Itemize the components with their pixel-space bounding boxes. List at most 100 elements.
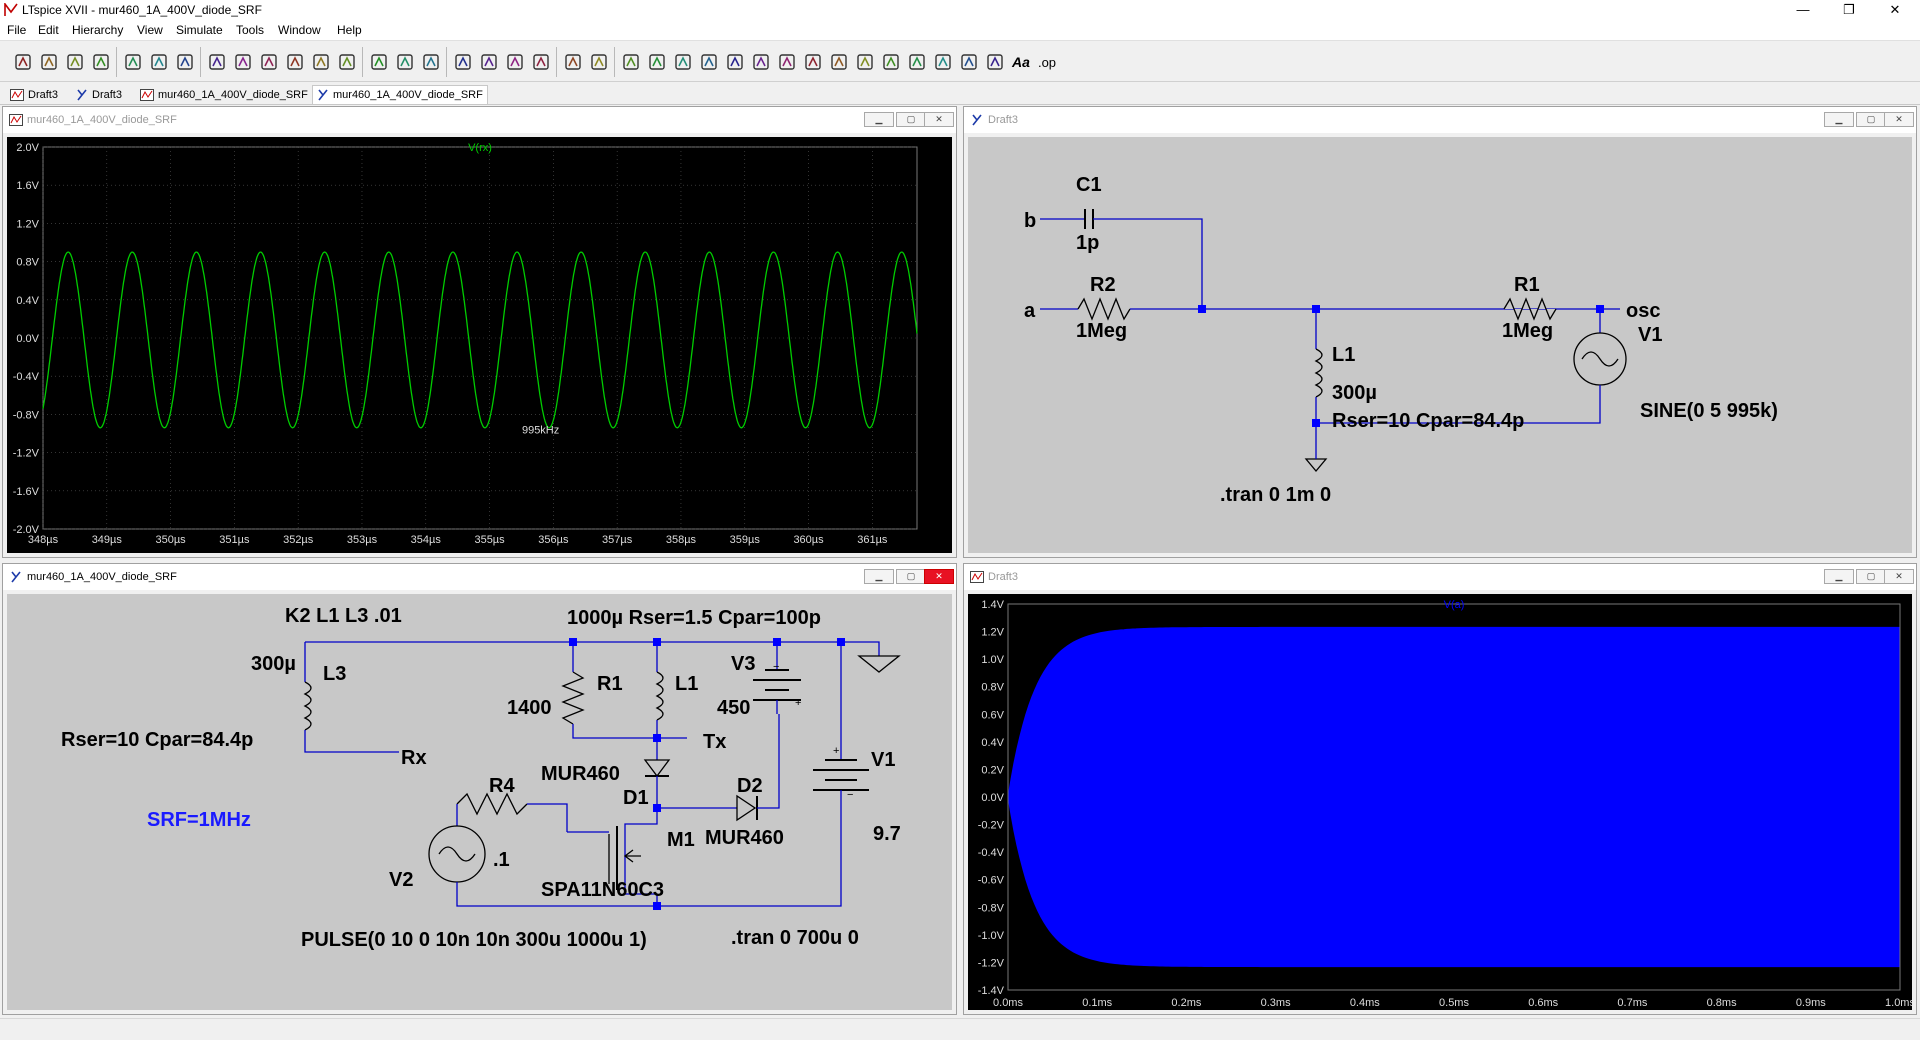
tile-horizontal-button[interactable]: [334, 49, 360, 75]
find-icon: [507, 54, 523, 70]
diode-button[interactable]: [748, 49, 774, 75]
run-button[interactable]: [10, 49, 36, 75]
save-button[interactable]: [62, 49, 88, 75]
component-button[interactable]: [774, 49, 800, 75]
tab-label: Draft3: [92, 88, 122, 101]
menu-window[interactable]: Window: [278, 23, 321, 37]
window-title: Draft3: [988, 571, 1018, 583]
window-minimize-button[interactable]: ▁: [1824, 569, 1854, 584]
print-setup-button[interactable]: [528, 49, 554, 75]
window-maximize-button[interactable]: ▢: [1856, 569, 1886, 584]
r4-value: .1: [493, 849, 510, 871]
redo-button[interactable]: [878, 49, 904, 75]
inductor-button[interactable]: [722, 49, 748, 75]
undo-button[interactable]: [852, 49, 878, 75]
menu-simulate[interactable]: Simulate: [176, 23, 223, 37]
ltspice-logo-icon: [4, 3, 18, 16]
schematic-window-mur460: mur460_1A_400V_diode_SRF ▁ ▢ ✕ − + + − K…: [2, 563, 957, 1015]
r2-value: 1Meg: [1076, 320, 1127, 342]
cut-button[interactable]: [418, 49, 444, 75]
v3-value: 450: [717, 697, 750, 719]
va-plot-svg: 1.4V 1.2V 1.0V 0.8V 0.6V 0.4V 0.2V 0.0V -0.2V -0.…: [978, 599, 1912, 1009]
r2-label: R2: [1090, 274, 1116, 296]
minimize-button[interactable]: —: [1780, 0, 1826, 20]
l3-value: 300µ: [251, 653, 296, 675]
text-button[interactable]: Aa: [1008, 49, 1034, 75]
control-panel-button[interactable]: [88, 49, 114, 75]
tab-mur460-schematic[interactable]: mur460_1A_400V_diode_SRF: [312, 85, 488, 104]
trace-label[interactable]: V(a): [1444, 599, 1465, 611]
schematic-canvas[interactable]: b a osc C1 1p R2 1Meg R1 1Meg L1 300µ Rs…: [968, 137, 1912, 553]
schematic-canvas[interactable]: − + + − K2 L1 L3 .01 1000µ Rser=1.5 Cpar…: [7, 594, 952, 1010]
window-minimize-button[interactable]: ▁: [864, 112, 894, 127]
cascade-button[interactable]: [392, 49, 418, 75]
x-tick-label: 0.1ms: [1082, 997, 1112, 1009]
paste-button[interactable]: [476, 49, 502, 75]
print-button[interactable]: [560, 49, 586, 75]
label-button[interactable]: [644, 49, 670, 75]
spice-directive-button[interactable]: .op: [1034, 49, 1060, 75]
window-minimize-button[interactable]: ▁: [864, 569, 894, 584]
menu-edit[interactable]: Edit: [38, 23, 59, 37]
menu-view[interactable]: View: [137, 23, 163, 37]
tab-draft3-schematic[interactable]: Draft3: [72, 85, 126, 104]
x-tick-label: 361µs: [857, 534, 888, 546]
window-maximize-button[interactable]: ▢: [1856, 112, 1886, 127]
cascade-icon: [397, 54, 413, 70]
plot-frame: [42, 146, 918, 530]
autorange-button[interactable]: [282, 49, 308, 75]
net-label-tx: Tx: [703, 731, 726, 753]
menu-tools[interactable]: Tools: [236, 23, 264, 37]
menu-help[interactable]: Help: [337, 23, 362, 37]
window-close-button[interactable]: ✕: [1884, 112, 1914, 127]
window-close-button[interactable]: ✕: [1884, 569, 1914, 584]
tab-label: mur460_1A_400V_diode_SRF: [333, 89, 483, 101]
open-button[interactable]: [36, 49, 62, 75]
window-close-button[interactable]: ✕: [924, 112, 954, 127]
trace-label[interactable]: V(rx): [468, 142, 492, 154]
x-tick-label: 349µs: [92, 534, 123, 546]
window-maximize-button[interactable]: ▢: [896, 569, 926, 584]
zoom-in-button[interactable]: [172, 49, 198, 75]
tran-directive: .tran 0 700u 0: [731, 927, 859, 949]
drag-button[interactable]: [826, 49, 852, 75]
x-tick-label: 0.7ms: [1617, 997, 1647, 1009]
wire-button[interactable]: [586, 49, 612, 75]
mirror-button[interactable]: [930, 49, 956, 75]
x-tick-label: 0.0ms: [993, 997, 1023, 1009]
tile-vertical-button[interactable]: [366, 49, 392, 75]
y-tick-label: 0.6V: [981, 709, 1004, 721]
copy-button[interactable]: [450, 49, 476, 75]
document-tab-bar: Draft3 Draft3 mur460_1A_400V_diode_SRF m…: [0, 82, 1920, 105]
y-tick-label: -0.8V: [13, 409, 40, 421]
capacitor-button[interactable]: [696, 49, 722, 75]
find-button[interactable]: [502, 49, 528, 75]
text-button[interactable]: [956, 49, 982, 75]
window-minimize-button[interactable]: ▁: [1824, 112, 1854, 127]
resistor-button[interactable]: [670, 49, 696, 75]
x-tick-label: 354µs: [411, 534, 442, 546]
spice-directive-button[interactable]: [982, 49, 1008, 75]
zoom-fit-button[interactable]: [204, 49, 230, 75]
rotate-button[interactable]: [904, 49, 930, 75]
tab-mur460-waveform[interactable]: mur460_1A_400V_diode_SRF: [136, 85, 312, 104]
y-tick-label: -1.4V: [978, 985, 1005, 997]
menu-file[interactable]: File: [7, 23, 26, 37]
l1-parasitics: 1000µ Rser=1.5 Cpar=100p: [567, 607, 821, 629]
restore-button[interactable]: ❐: [1826, 0, 1872, 20]
window-maximize-button[interactable]: ▢: [896, 112, 926, 127]
window-close-button[interactable]: ✕: [924, 569, 954, 584]
halt-button[interactable]: [120, 49, 146, 75]
zoom-out-button[interactable]: [230, 49, 256, 75]
tab-draft3-waveform[interactable]: Draft3: [6, 85, 62, 104]
menu-hierarchy[interactable]: Hierarchy: [72, 23, 123, 37]
ground-button[interactable]: [618, 49, 644, 75]
r4-label: R4: [489, 775, 515, 797]
zoom-cancel-button[interactable]: [256, 49, 282, 75]
pan-button[interactable]: [146, 49, 172, 75]
plot-area[interactable]: 2.0V 1.6V 1.2V 0.8V 0.4V 0.0V -0.4V -0.8V -1.2V -…: [7, 137, 952, 553]
plot-area[interactable]: 1.4V 1.2V 1.0V 0.8V 0.6V 0.4V 0.2V 0.0V -0.2V -0.…: [968, 594, 1912, 1010]
mark-button[interactable]: [308, 49, 334, 75]
close-button[interactable]: ✕: [1872, 0, 1918, 20]
move-button[interactable]: [800, 49, 826, 75]
